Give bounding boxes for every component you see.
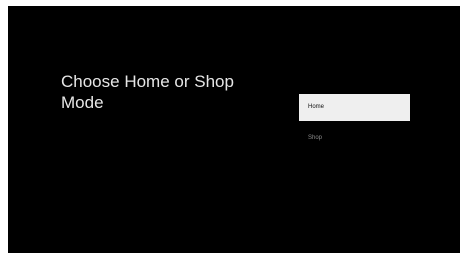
mode-prompt-title: Choose Home or Shop Mode: [61, 72, 234, 112]
tv-screen: Choose Home or Shop Mode Home Shop: [8, 6, 460, 253]
mode-option-list: Home Shop: [299, 94, 410, 152]
mode-option-home[interactable]: Home: [299, 94, 410, 121]
mode-option-shop[interactable]: Shop: [299, 125, 410, 152]
mode-option-shop-label: Shop: [308, 135, 323, 141]
mode-option-home-label: Home: [308, 104, 325, 110]
